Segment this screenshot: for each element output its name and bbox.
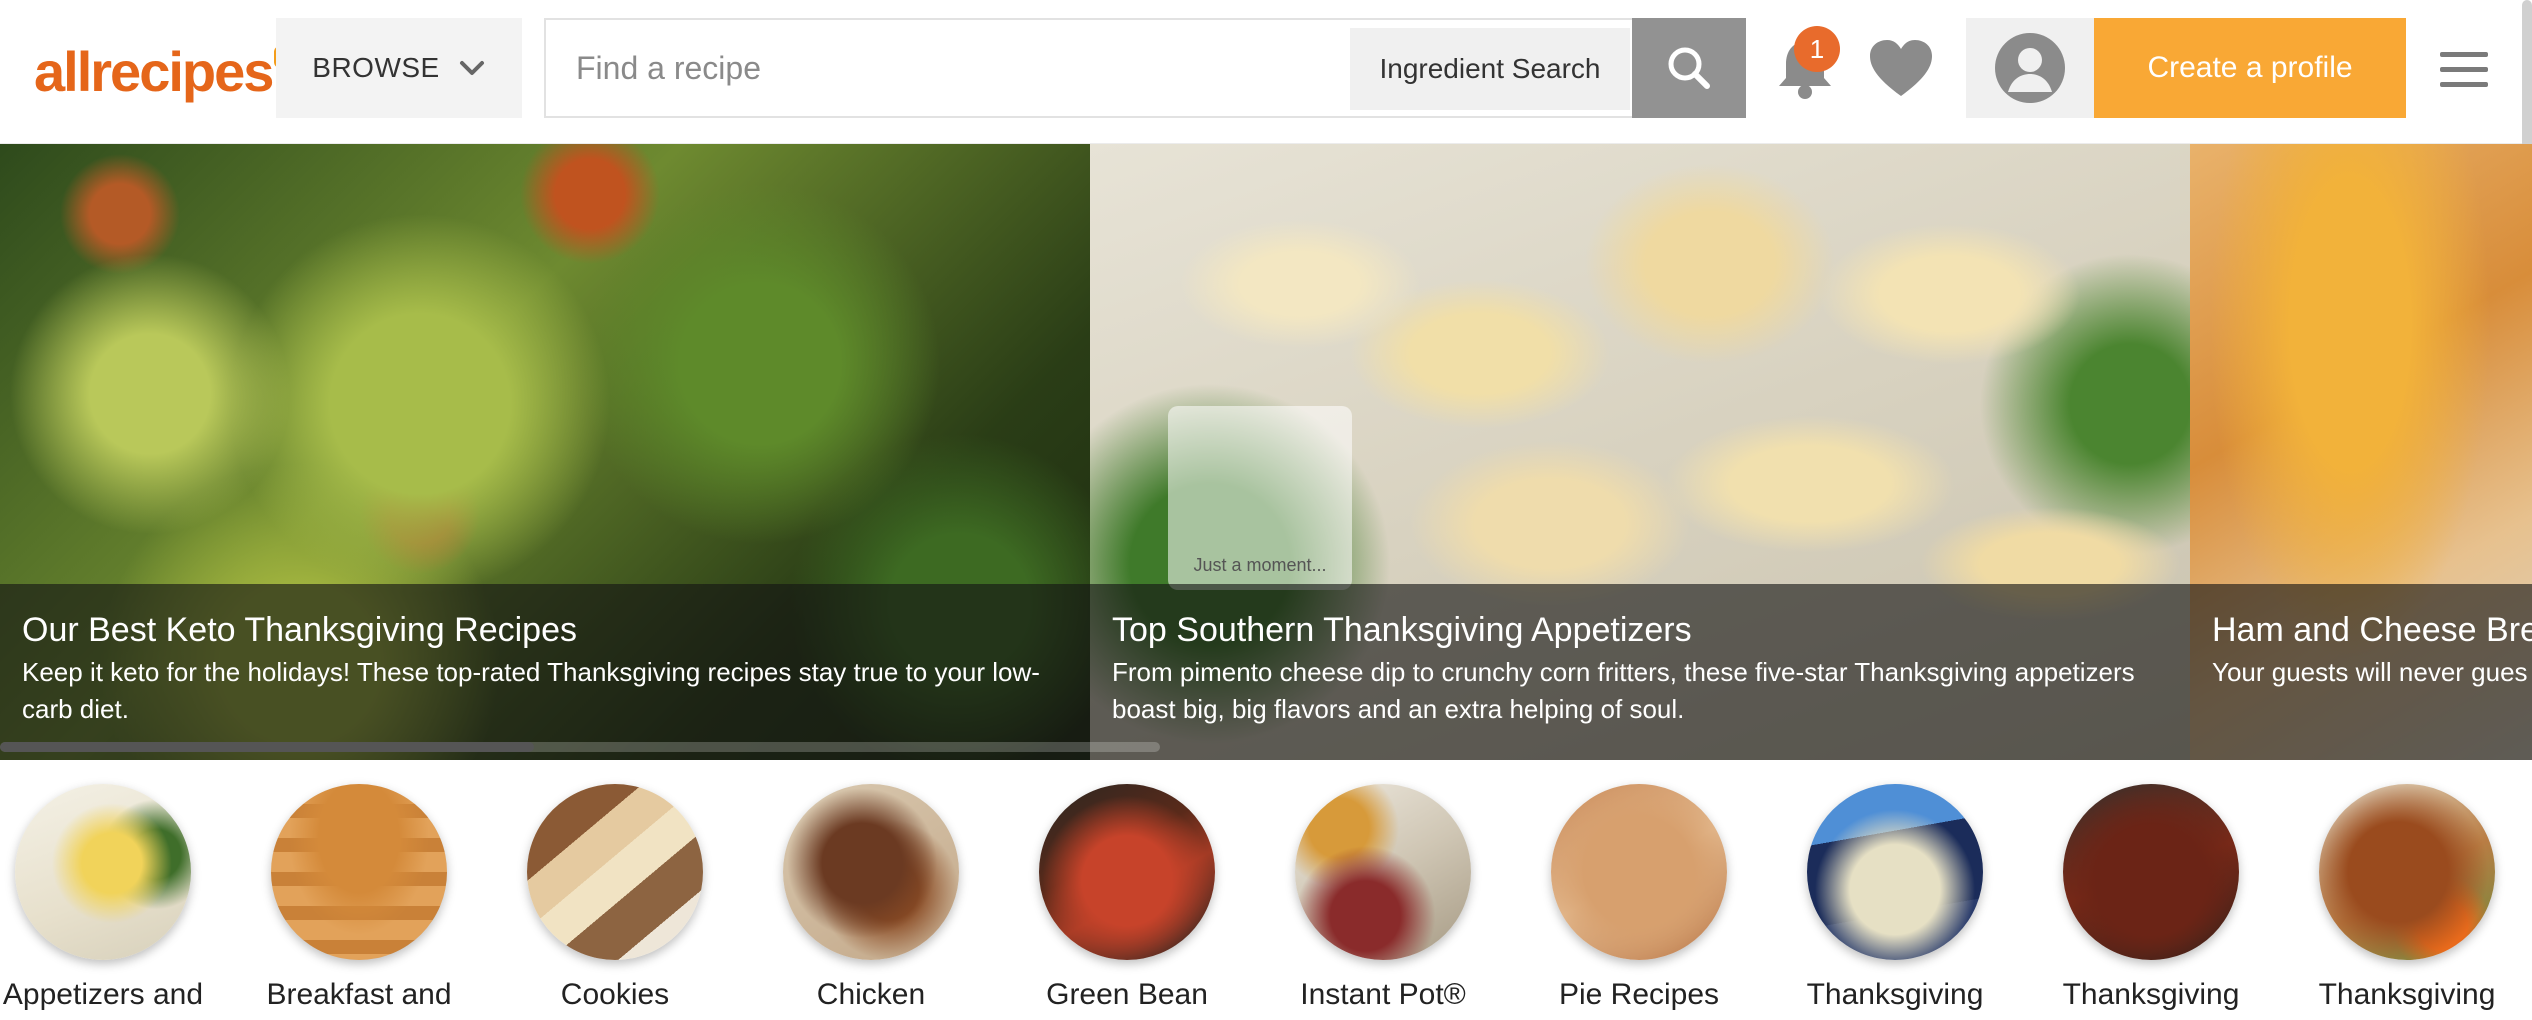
slide-caption: Ham and Cheese Bre Your guests will neve… (2190, 584, 2532, 760)
category-item[interactable]: Instant Pot® (1268, 784, 1498, 1012)
carousel-progress-fill (0, 742, 534, 752)
notification-badge: 1 (1794, 26, 1840, 72)
category-item[interactable]: Pie Recipes (1524, 784, 1754, 1012)
loading-text: Just a moment... (1193, 555, 1327, 575)
category-item[interactable]: Thanksgiving (1780, 784, 2010, 1012)
category-item[interactable]: Appetizers and (0, 784, 218, 1012)
category-image (15, 784, 191, 960)
browse-label: BROWSE (312, 52, 440, 83)
category-image (783, 784, 959, 960)
category-item[interactable]: Chicken (756, 784, 986, 1012)
user-icon (1995, 33, 2065, 103)
category-label: Green Bean (1046, 978, 1208, 1011)
allrecipes-logo[interactable]: allrecipes (34, 40, 287, 104)
category-image (2319, 784, 2495, 960)
slide-title: Our Best Keto Thanksgiving Recipes (22, 611, 577, 649)
category-image (1807, 784, 1983, 960)
carousel-slide[interactable]: Our Best Keto Thanksgiving Recipes Keep … (0, 144, 1090, 760)
search-icon (1668, 47, 1710, 89)
category-image (2063, 784, 2239, 960)
slide-title: Ham and Cheese Bre (2212, 611, 2532, 649)
category-label: Thanksgiving (2062, 978, 2240, 1011)
ingredient-search-label: Ingredient Search (1379, 53, 1601, 84)
create-profile-label: Create a profile (2147, 51, 2353, 84)
heart-icon[interactable] (1866, 36, 1936, 102)
slide-caption: Our Best Keto Thanksgiving Recipes Keep … (0, 584, 1090, 760)
category-label: Instant Pot® (1300, 978, 1466, 1011)
slide-description: From pimento cheese dip to crunchy corn … (1112, 657, 2135, 724)
slide-title: Top Southern Thanksgiving Appetizers (1112, 611, 1692, 649)
site-header: allrecipes BROWSE Ingredient Search 1 (0, 0, 2532, 144)
category-image (1295, 784, 1471, 960)
loading-overlay: Just a moment... (1168, 406, 1352, 590)
slide-description: Keep it keto for the holidays! These top… (22, 657, 1040, 724)
category-item[interactable]: Thanksgiving (2292, 784, 2522, 1012)
category-label: Cookies (560, 978, 670, 1011)
category-item[interactable]: Breakfast and (244, 784, 474, 1012)
category-image (1551, 784, 1727, 960)
ingredient-search-button[interactable]: Ingredient Search (1350, 28, 1630, 110)
create-profile-button[interactable]: Create a profile (2094, 18, 2406, 118)
category-label: Breakfast and (266, 978, 452, 1011)
carousel-slide[interactable]: Ham and Cheese Bre Your guests will neve… (2190, 144, 2532, 760)
category-label: Thanksgiving (1806, 978, 1984, 1011)
carousel-progress-bar[interactable] (0, 742, 1160, 752)
category-item[interactable]: Cookies (500, 784, 730, 1012)
category-label: Pie Recipes (1558, 978, 1720, 1011)
category-item[interactable]: Green Bean (1012, 784, 1242, 1012)
logo-text: allrecipes (34, 40, 274, 103)
search-bar: Ingredient Search (544, 18, 1746, 118)
category-image (527, 784, 703, 960)
featured-carousel: Our Best Keto Thanksgiving Recipes Keep … (0, 144, 2532, 760)
category-label: Thanksgiving (2318, 978, 2496, 1011)
category-row: Appetizers and Breakfast and Cookies Chi… (0, 760, 2532, 1020)
search-input[interactable] (546, 20, 1346, 116)
search-button[interactable] (1632, 18, 1746, 118)
slide-description: Your guests will never gues (2212, 657, 2528, 687)
category-label: Chicken (816, 978, 926, 1011)
category-label: Appetizers and (2, 978, 204, 1011)
category-image (1039, 784, 1215, 960)
carousel-slide[interactable]: Just a moment... Top Southern Thanksgivi… (1090, 144, 2190, 760)
chevron-down-icon (459, 61, 484, 75)
slide-caption: Top Southern Thanksgiving Appetizers Fro… (1090, 584, 2190, 760)
profile-avatar-button[interactable] (1966, 18, 2094, 118)
category-image (271, 784, 447, 960)
category-item[interactable]: Thanksgiving (2036, 784, 2266, 1012)
hamburger-menu-icon[interactable] (2440, 52, 2488, 92)
browse-button[interactable]: BROWSE (276, 18, 522, 118)
